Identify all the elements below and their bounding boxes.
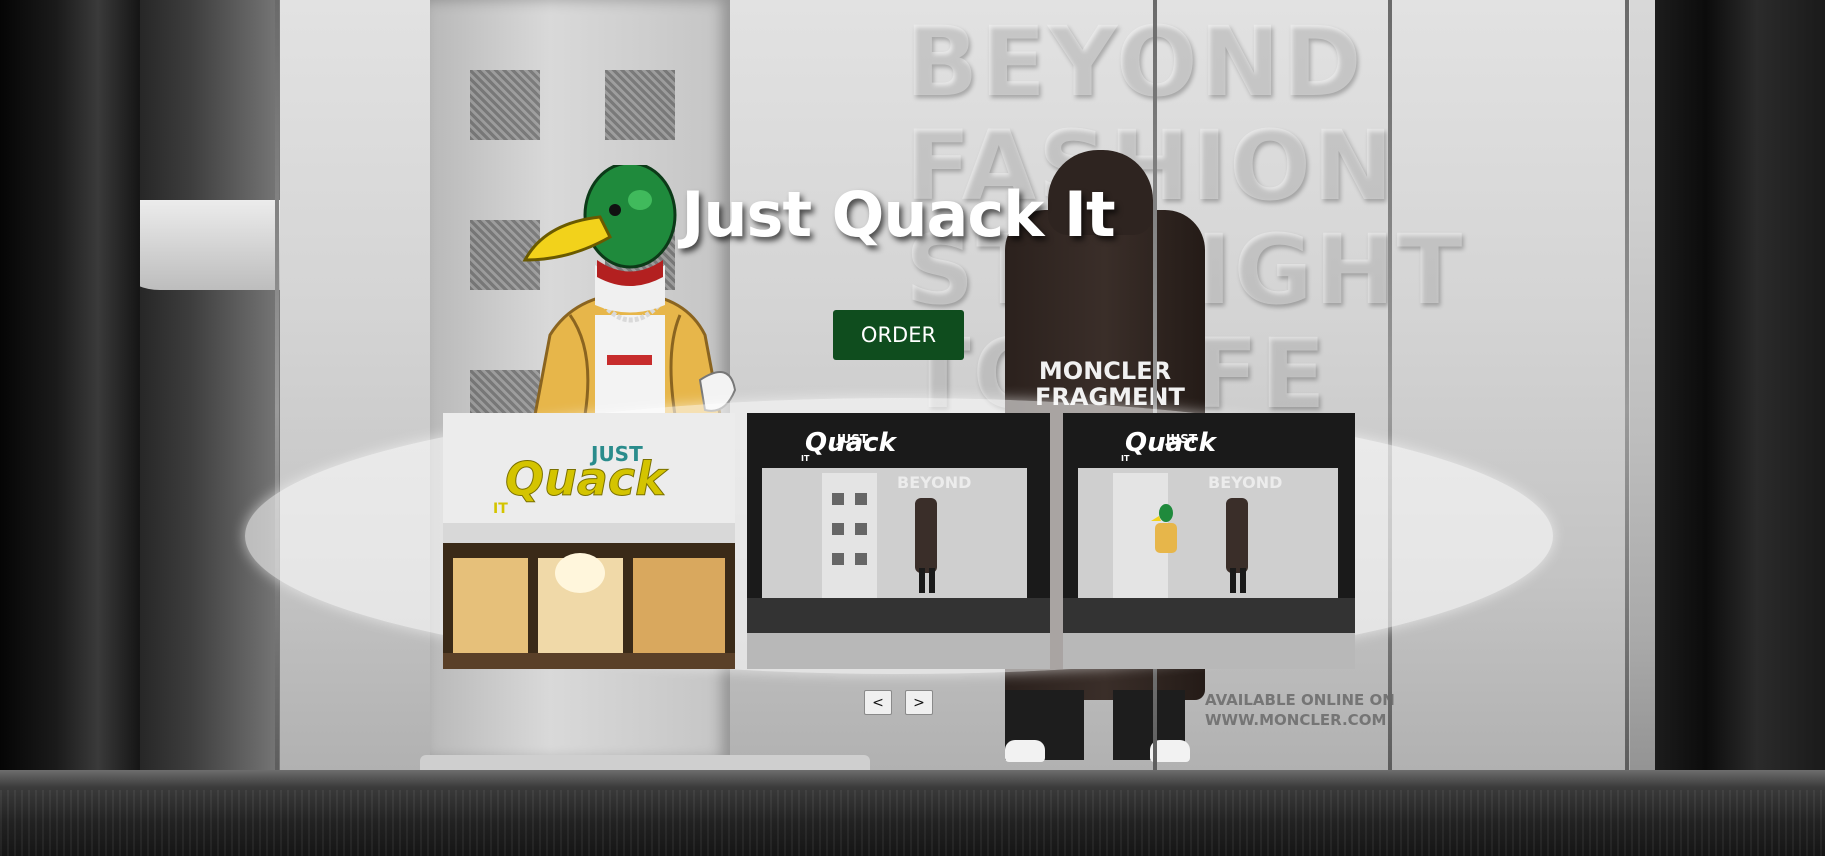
granite-texture [0,790,1825,856]
slide-logo-it-text: IT [801,454,810,463]
svg-text:BEYOND: BEYOND [897,473,971,492]
carousel-slide-window-display[interactable]: BEYOND JUST Quack IT [747,413,1050,669]
pillar-tile [605,70,675,140]
svg-text:BEYOND: BEYOND [1208,473,1282,492]
carousel-prev-button[interactable]: < [864,690,892,715]
pillar-tile [470,70,540,140]
left-door-frame [0,0,140,856]
slide-logo-main-text: Quack [805,428,898,458]
slide-logo-main-text: Quack [505,452,668,506]
window-notice-text: AVAILABLE ONLINE ON WWW.MONCLER.COM [1205,691,1395,729]
window-with-duck-image: BEYOND JUST Quack IT [1063,413,1355,669]
window-side-panel [130,0,280,780]
page: BEYOND FASHION STRAIGHT TO LIFE MONCLER … [0,0,1825,856]
window-frame-line [1625,0,1629,820]
order-button[interactable]: ORDER [833,310,964,360]
slide-logo-it-text: IT [493,501,508,517]
slide-logo-it-text: IT [1121,454,1130,463]
right-wall-frame [1655,0,1825,856]
carousel-slide-window-with-duck[interactable]: BEYOND JUST Quack IT [1063,413,1355,669]
window-display-image: BEYOND JUST Quack IT [747,413,1050,669]
slide-logo-main-text: Quack [1125,428,1218,458]
window-frame-line [1388,0,1392,820]
person-shoe [1005,740,1045,762]
hero-title: Just Quack It [681,178,1115,251]
carousel-next-button[interactable]: > [905,690,933,715]
carousel-slide-storefront-sign[interactable]: JUST Quack IT [443,413,735,669]
window-frame-line [275,0,279,820]
storefront-sign-image: JUST Quack IT [443,413,735,669]
